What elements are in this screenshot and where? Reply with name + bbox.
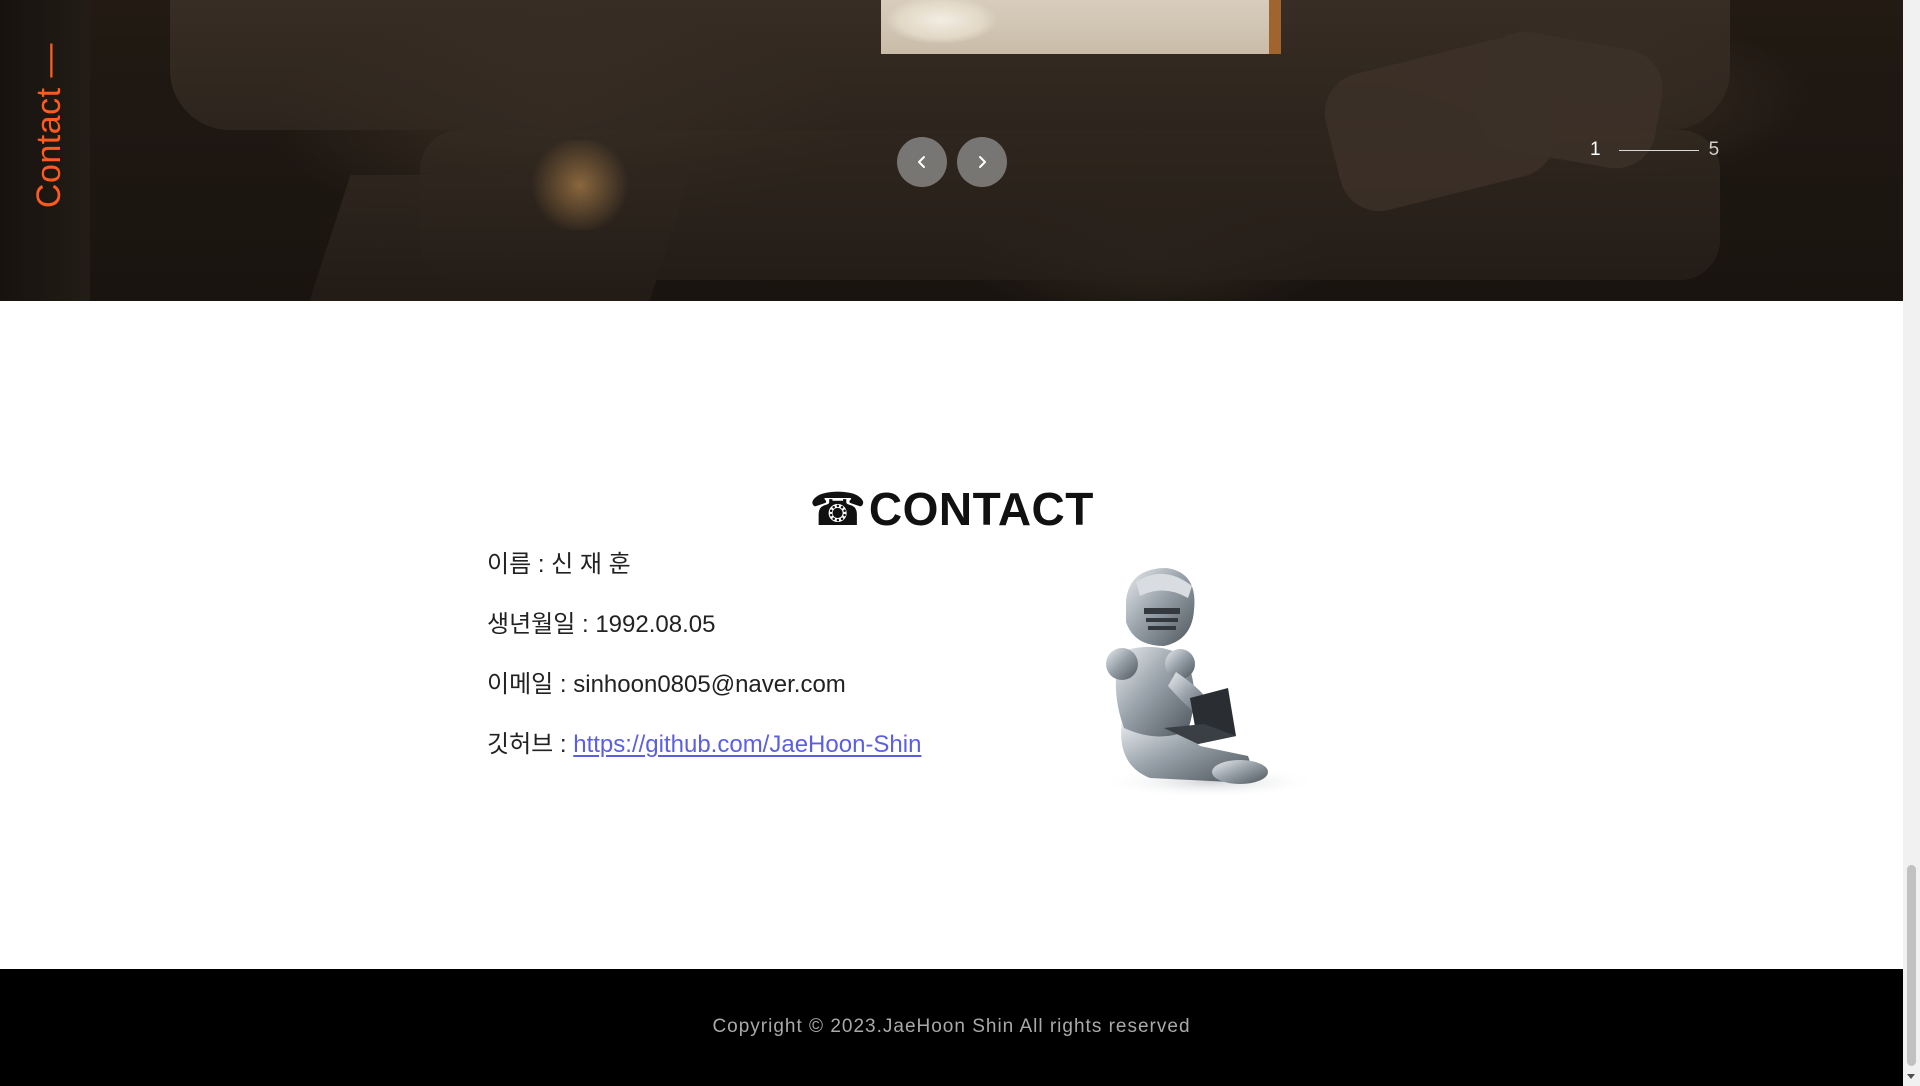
section-side-label: Contact — bbox=[28, 40, 72, 210]
info-label: 깃허브 : bbox=[487, 731, 574, 758]
pager-progress-line bbox=[1618, 149, 1699, 151]
slide-image bbox=[881, 0, 1281, 54]
chevron-right-icon bbox=[979, 156, 986, 168]
info-row-email: 이메일 : sinhoon0805@naver.com bbox=[487, 667, 921, 727]
vertical-scrollbar[interactable] bbox=[1903, 0, 1920, 1086]
scroll-down-arrow-icon[interactable] bbox=[1907, 1074, 1915, 1079]
knight-laptop-icon bbox=[1100, 568, 1310, 798]
info-label: 이메일 : bbox=[487, 671, 574, 698]
copyright-text: Copyright © 2023.JaeHoon Shin All rights… bbox=[712, 1016, 1191, 1037]
info-label: 생년월일 : bbox=[487, 611, 596, 638]
contact-title: ☎CONTACT bbox=[0, 482, 1903, 536]
info-value: sinhoon0805@naver.com bbox=[573, 671, 846, 698]
scrollbar-thumb[interactable] bbox=[1907, 865, 1916, 1066]
hero-slider: Contact — 1 5 bbox=[0, 0, 1903, 301]
telephone-icon: ☎ bbox=[809, 483, 867, 536]
pager-total: 5 bbox=[1708, 139, 1720, 160]
chevron-left-icon bbox=[918, 156, 925, 168]
info-row-github: 깃허브 : https://github.com/JaeHoon-Shin bbox=[487, 727, 921, 787]
info-row-name: 이름 : 신 재 훈 bbox=[487, 547, 921, 607]
footer: Copyright © 2023.JaeHoon Shin All rights… bbox=[0, 969, 1903, 1086]
github-link[interactable]: https://github.com/JaeHoon-Shin bbox=[573, 731, 921, 758]
info-row-birthdate: 생년월일 : 1992.08.05 bbox=[487, 607, 921, 667]
contact-info-list: 이름 : 신 재 훈 생년월일 : 1992.08.05 이메일 : sinho… bbox=[487, 547, 921, 787]
contact-title-text: CONTACT bbox=[868, 483, 1094, 536]
slider-prev-button[interactable] bbox=[897, 137, 947, 187]
side-label-text: Contact — bbox=[30, 42, 69, 208]
pager-current: 1 bbox=[1590, 139, 1601, 160]
info-label: 이름 : bbox=[487, 551, 552, 578]
slider-next-button[interactable] bbox=[957, 137, 1007, 187]
slider-pagination: 1 5 bbox=[1590, 138, 1719, 162]
info-value: 1992.08.05 bbox=[595, 611, 716, 638]
info-value: 신 재 훈 bbox=[551, 551, 631, 578]
